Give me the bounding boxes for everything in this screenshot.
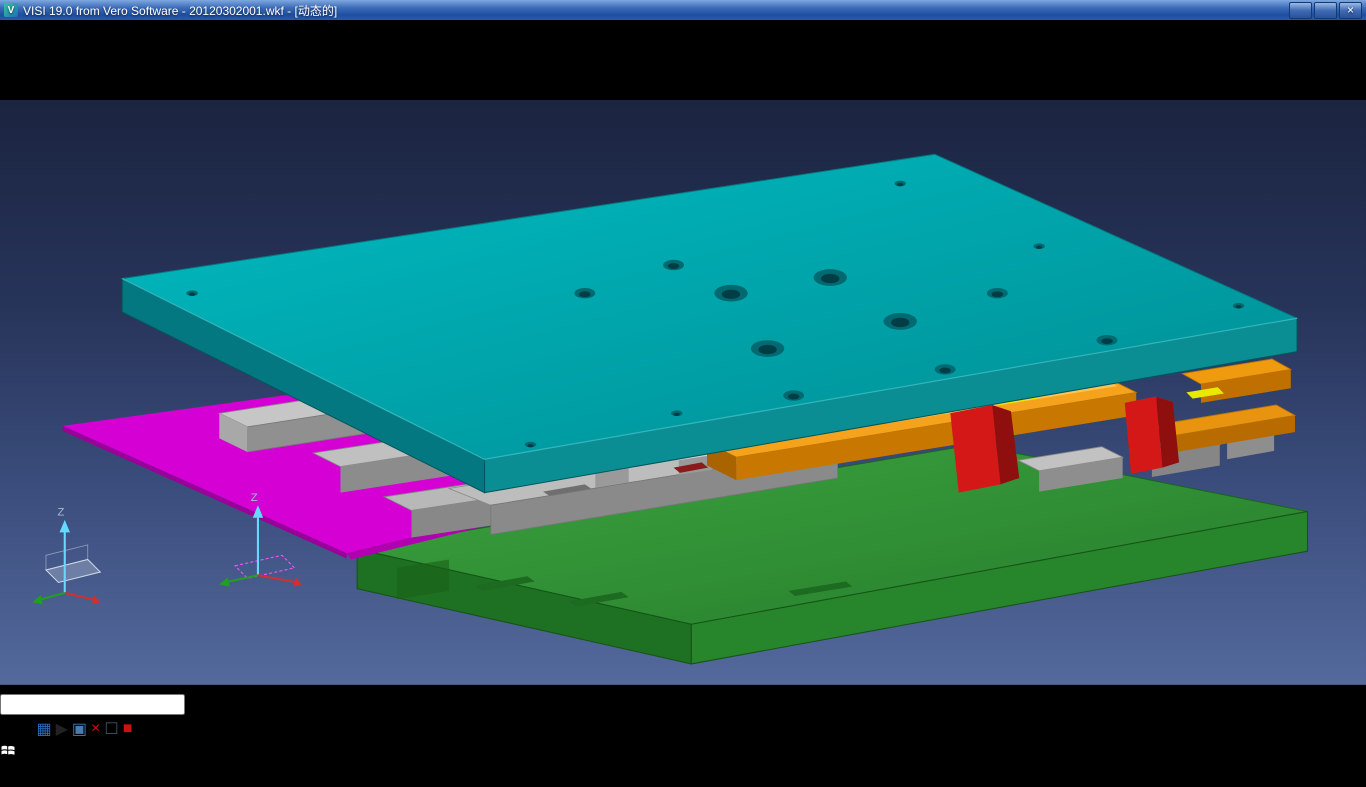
menu-item-17[interactable]: 冲模 [624,44,656,61]
status-bar-lower: 拴牢 ▦▶▣×☐ ■ ▼ 0.1KB/S ▲ 0.1KB/S 2% 毫米 X = … [0,715,1366,739]
close-button[interactable]: × [1339,2,1362,19]
volume-icon[interactable]: ◖ [107,745,117,762]
menu-item-21[interactable]: ? [800,44,809,61]
watermark-site: 资料网 [26,769,74,786]
side-tool-palette: ◀▶ [0,80,1366,100]
menu-item-8[interactable]: 分析 [272,44,304,61]
menu-item-14[interactable]: 加工 [512,44,544,61]
menu-item-10[interactable]: 尺寸标注 [336,44,400,61]
view-mode-selector[interactable]: 绝对 XY 上视图 ▾ [189,696,316,713]
visi-logo-icon: V [0,20,11,37]
chevron-down-icon: ▾ [458,696,466,713]
window-title: VISI 19.0 from Vero Software - 201203020… [23,2,1289,19]
layer-selector[interactable]: LAYER_0 ▾ [385,696,467,713]
selection-box-icon[interactable]: ▣ [72,719,87,739]
menu-item-5[interactable]: 网格 [144,44,176,61]
title-bar: V VISI 19.0 from Vero Software - 2012030… [0,0,1366,20]
view-mode-label: 绝对 XY 上视图 [189,696,299,713]
windows-taskbar: V 中?▲⚐▟◖ XS 资料网 ZLKBJ516.COM [0,739,1366,787]
visi-application-window: V VISI 19.0 from Vero Software - 2012030… [0,0,1366,768]
svg-text:Z: Z [57,507,64,519]
menu-item-15[interactable]: 线切割 [544,44,592,61]
watermark: XS 资料网 ZLKBJ516.COM [0,763,1366,787]
system-tray: 中?▲⚐▟◖ [36,745,117,762]
snap-grid-icon[interactable]: ▦ [36,719,51,739]
absolute-view-button[interactable]: 绝对视图 [316,696,384,713]
cursor-icon[interactable]: ▶ [56,719,68,739]
lock-label[interactable]: 拴牢 [0,721,32,738]
network-icon[interactable]: ▟ [91,745,107,762]
menu-item-19[interactable]: 模流分析 [704,44,768,61]
back-arrow-icon[interactable]: ◀ [0,82,12,99]
flag-icon[interactable]: ⚐ [76,745,90,762]
layer-label: LAYER_0 [385,696,454,713]
start-button[interactable] [0,745,20,762]
down-arrow-icon: ▼ [137,721,153,738]
absolute-view-label: 绝对视图 [316,696,380,713]
app-icon: V [4,3,18,17]
menu-item-3[interactable]: 线架构 [64,44,112,61]
up-arrow-icon: ▲ [220,721,236,738]
forward-arrow-icon[interactable]: ▶ [12,82,24,99]
ime-icon[interactable]: 中 [36,745,52,762]
units-indicator[interactable]: 毫米 [331,721,367,738]
taskbar-app-visi[interactable]: V [20,745,35,762]
visi-app-icon: V [20,745,31,762]
menu-item-7[interactable]: 建模 [240,44,272,61]
search-box[interactable] [0,696,189,713]
menu-item-9[interactable]: 电极 [304,44,336,61]
mdi-close-button[interactable]: × [0,62,9,79]
minimize-button[interactable] [1289,2,1312,19]
coordinate-readout: X = 1222.035 Y = 2556.784 Z = 0000.000 [368,721,662,738]
svg-text:Z: Z [251,492,258,504]
menu-item-16[interactable]: 塑模 [592,44,624,61]
menu-item-20[interactable]: 鞋模 [768,44,800,61]
menu-company-label: 潇洒五金模具科技 [809,44,937,61]
menu-item-6[interactable]: 实体编辑 [176,44,240,61]
menu-item-11[interactable]: 工程图 [400,44,448,61]
windows-flag-icon [0,742,16,758]
frame-icon[interactable]: ☐ [104,719,118,739]
delete-red-icon[interactable]: × [91,720,100,738]
maximize-button[interactable] [1314,2,1337,19]
usage-indicator: 2% [304,721,332,738]
3d-scene[interactable]: Z Z [0,100,1366,685]
chevron-down-icon: ▾ [304,696,312,713]
menu-item-18[interactable]: 标准件 [656,44,704,61]
viewport-3d[interactable]: Z Z [0,100,1366,690]
download-speed-indicator: ▼ 0.1KB/S [137,721,220,738]
status-bar-upper: 绝对 XY 上视图 ▾ 绝对视图 LAYER_0 ▾ [0,690,1366,715]
upload-speed-indicator: ▲ 0.1KB/S [220,721,303,738]
menu-item-1[interactable]: 文件 [0,44,32,61]
menu-item-4[interactable]: 曲面 [112,44,144,61]
show-hidden-icon[interactable]: ▲ [61,745,77,762]
menu-bar: V 文件编辑线架构曲面网格实体编辑建模分析电极尺寸标注工程图系统视窗加工线切割塑… [0,20,1366,80]
menu-item-13[interactable]: 视窗 [480,44,512,61]
help-icon[interactable]: ? [52,745,61,762]
watermark-logo: XS [0,769,21,786]
stop-red-icon[interactable]: ■ [123,720,133,738]
search-input[interactable] [0,694,185,715]
menu-item-2[interactable]: 编辑 [32,44,64,61]
watermark-domain: ZLKBJ516.COM [78,769,194,786]
menu-item-12[interactable]: 系统 [448,44,480,61]
